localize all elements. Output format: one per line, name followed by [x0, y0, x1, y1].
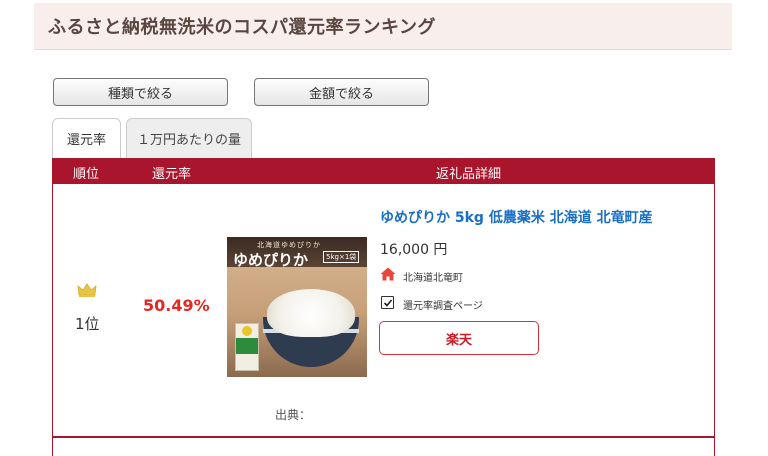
product-price: 16,000 円 [380, 242, 448, 258]
product-image-title: ゆめぴりか [233, 251, 309, 269]
page-title: ふるさと納税無洗米のコスパ還元率ランキング [48, 17, 436, 38]
table-header: 順位 還元率 返礼品詳細 [53, 158, 714, 184]
product-image-tag: 5kg×1袋 [323, 251, 360, 263]
rice [267, 289, 355, 337]
tab-amount-per-10000[interactable]: １万円あたりの量 [126, 118, 252, 158]
rice-bag [235, 323, 259, 371]
return-rate-value: 50.49% [143, 296, 210, 315]
column-header-rank: 順位 [73, 167, 100, 182]
column-header-detail: 返礼品詳細 [436, 167, 502, 182]
crown-icon [77, 283, 97, 297]
filter-amount-button[interactable]: 金額で絞る [254, 78, 429, 106]
page-header: ふるさと納税無洗米のコスパ還元率ランキング [34, 3, 732, 50]
rank-label: 1位 [75, 315, 100, 333]
column-header-rate: 還元率 [152, 167, 192, 182]
source-label: 出典： [275, 408, 312, 422]
product-image[interactable]: 北海道ゆめぴりか ゆめぴりか 5kg×1袋 [227, 237, 367, 377]
survey-page-label[interactable]: 還元率調査ページ [403, 297, 483, 312]
home-icon [380, 267, 396, 281]
check-icon [383, 298, 392, 307]
rice-bag-logo [242, 326, 252, 336]
product-name-link[interactable]: ゆめぴりか 5kg 低農薬米 北海道 北竜町産 [380, 207, 653, 227]
checkbox[interactable] [381, 296, 394, 309]
filter-type-button[interactable]: 種類で絞る [53, 78, 228, 106]
ranking-table: 順位 還元率 返礼品詳細 1位 50.49% 北海道ゆめぴりか ゆめぴりか 5k… [52, 158, 715, 456]
row-divider [53, 436, 714, 438]
rice-bag-band [236, 338, 258, 354]
rakuten-button[interactable]: 楽天 [379, 321, 539, 355]
location-text: 北海道北竜町 [403, 273, 463, 284]
tab-return-rate[interactable]: 還元率 [52, 118, 121, 158]
